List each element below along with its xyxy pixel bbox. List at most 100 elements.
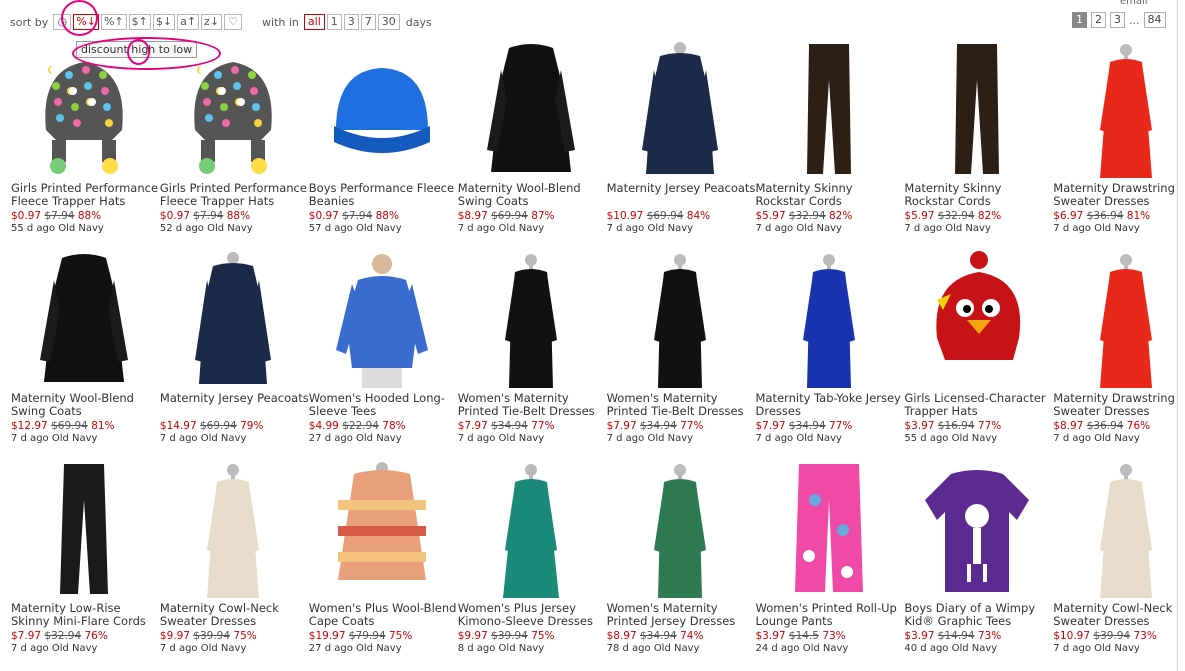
product-card[interactable]: Women's Plus Wool-Blend Cape Coats $19.97… — [308, 458, 456, 663]
product-image[interactable] — [606, 460, 754, 600]
page-1[interactable]: 1 — [1072, 12, 1087, 28]
product-title[interactable]: Women's Hooded Long-Sleeve Tees — [309, 392, 459, 418]
product-title[interactable]: Maternity Cowl-Neck Sweater Dresses — [160, 602, 310, 628]
sort-button-6[interactable]: z↓ — [201, 14, 223, 30]
product-title[interactable]: Girls Licensed-Character Trapper Hats — [904, 392, 1054, 418]
sort-button-5[interactable]: a↑ — [177, 14, 200, 30]
product-card[interactable]: Maternity Wool-Blend Swing Coats $12.97 $… — [10, 248, 158, 453]
product-card[interactable]: Women's Hooded Long-Sleeve Tees $4.99 $22… — [308, 248, 456, 453]
product-card[interactable]: Maternity Cowl-Neck Sweater Dresses $9.97… — [159, 458, 307, 663]
product-title[interactable]: Girls Printed Performance Fleece Trapper… — [160, 182, 310, 208]
product-image[interactable] — [755, 460, 903, 600]
product-card[interactable]: Women's Printed Roll-Up Lounge Pants $3.9… — [755, 458, 903, 663]
product-title[interactable]: Maternity Tab-Yoke Jersey Dresses — [756, 392, 906, 418]
product-title[interactable]: Maternity Wool-Blend Swing Coats — [458, 182, 608, 208]
product-title[interactable]: Women's Plus Jersey Kimono-Sleeve Dresse… — [458, 602, 608, 628]
product-card[interactable]: Maternity Skinny Rockstar Cords $5.97 $32… — [903, 38, 1051, 243]
store-name[interactable]: Old Navy — [803, 643, 849, 654]
product-card[interactable]: Maternity Jersey Peacoats $14.97 $69.94 7… — [159, 248, 310, 453]
store-name[interactable]: Old Navy — [945, 223, 991, 234]
product-card[interactable]: Girls Printed Performance Fleece Trapper… — [159, 38, 307, 243]
product-image[interactable] — [308, 460, 456, 600]
store-name[interactable]: Old Navy — [201, 433, 247, 444]
product-image[interactable] — [903, 250, 1051, 390]
day-filter-3[interactable]: 3 — [343, 14, 359, 30]
product-title[interactable]: Boys Diary of a Wimpy Kid® Graphic Tees — [904, 602, 1054, 628]
store-name[interactable]: Old Navy — [647, 223, 693, 234]
store-name[interactable]: Old Navy — [499, 643, 545, 654]
page-last[interactable]: 84 — [1143, 12, 1166, 28]
product-card[interactable]: Maternity Jersey Peacoats $10.97 $69.94 8… — [606, 38, 757, 243]
store-name[interactable]: Old Navy — [1094, 643, 1140, 654]
store-name[interactable]: Old Navy — [952, 433, 998, 444]
store-name[interactable]: Old Navy — [207, 223, 253, 234]
product-card[interactable]: Maternity Drawstring Sweater Dresses $8.9… — [1052, 248, 1185, 453]
product-card[interactable]: Maternity Skinny Rockstar Cords $5.97 $32… — [755, 38, 903, 243]
product-title[interactable]: Maternity Jersey Peacoats — [607, 182, 757, 195]
product-card[interactable]: Girls Licensed-Character Trapper Hats $3.… — [903, 248, 1051, 453]
product-image[interactable] — [1052, 460, 1185, 600]
sort-button-4[interactable]: $↓ — [152, 14, 176, 30]
product-card[interactable]: Women's Maternity Printed Jersey Dresses… — [606, 458, 754, 663]
store-name[interactable]: Old Navy — [58, 223, 104, 234]
product-title[interactable]: Women's Maternity Printed Tie-Belt Dress… — [607, 392, 757, 418]
product-title[interactable]: Maternity Skinny Rockstar Cords — [904, 182, 1054, 208]
product-card[interactable]: Women's Maternity Printed Tie-Belt Dress… — [606, 248, 754, 453]
product-image[interactable] — [159, 460, 307, 600]
store-name[interactable]: Old Navy — [654, 643, 700, 654]
product-title[interactable]: Maternity Low-Rise Skinny Mini-Flare Cor… — [11, 602, 161, 628]
sort-button-heart-icon[interactable]: ♡ — [224, 14, 243, 30]
product-title[interactable]: Maternity Skinny Rockstar Cords — [756, 182, 906, 208]
product-title[interactable]: Women's Printed Roll-Up Lounge Pants — [756, 602, 906, 628]
product-title[interactable]: Girls Printed Performance Fleece Trapper… — [11, 182, 161, 208]
product-title[interactable]: Women's Plus Wool-Blend Cape Coats — [309, 602, 459, 628]
product-image[interactable] — [606, 40, 754, 180]
store-name[interactable]: Old Navy — [796, 223, 842, 234]
product-title[interactable]: Maternity Wool-Blend Swing Coats — [11, 392, 161, 418]
product-image[interactable] — [457, 250, 605, 390]
product-card[interactable]: Maternity Tab-Yoke Jersey Dresses $7.97 $… — [755, 248, 903, 453]
store-name[interactable]: Old Navy — [952, 643, 998, 654]
product-card[interactable]: Women's Plus Jersey Kimono-Sleeve Dresse… — [457, 458, 605, 663]
product-title[interactable]: Women's Maternity Printed Tie-Belt Dress… — [458, 392, 608, 418]
page-3[interactable]: 3 — [1110, 12, 1125, 28]
product-image[interactable] — [308, 40, 456, 180]
store-name[interactable]: Old Navy — [52, 643, 98, 654]
product-card[interactable]: Women's Maternity Printed Tie-Belt Dress… — [457, 248, 605, 453]
product-image[interactable] — [755, 40, 903, 180]
product-image[interactable] — [457, 40, 605, 180]
store-name[interactable]: Old Navy — [1094, 223, 1140, 234]
store-name[interactable]: Old Navy — [201, 643, 247, 654]
product-title[interactable]: Maternity Jersey Peacoats — [160, 392, 310, 405]
product-title[interactable]: Maternity Cowl-Neck Sweater Dresses — [1053, 602, 1185, 628]
sort-button-3[interactable]: $↑ — [128, 14, 151, 30]
product-title[interactable]: Maternity Drawstring Sweater Dresses — [1053, 392, 1185, 418]
day-filter-7[interactable]: 7 — [360, 14, 376, 30]
product-image[interactable] — [457, 460, 605, 600]
product-card[interactable]: Maternity Cowl-Neck Sweater Dresses $10.9… — [1052, 458, 1185, 663]
product-image[interactable] — [10, 460, 158, 600]
product-card[interactable]: Boys Diary of a Wimpy Kid® Graphic Tees $… — [903, 458, 1051, 663]
product-card[interactable]: Boys Performance Fleece Beanies $0.97 $7.… — [308, 38, 456, 243]
day-filter-all[interactable]: all — [303, 14, 325, 30]
product-image[interactable] — [903, 40, 1051, 180]
product-image[interactable] — [755, 250, 903, 390]
product-image[interactable] — [308, 250, 456, 390]
product-card[interactable]: Maternity Low-Rise Skinny Mini-Flare Cor… — [10, 458, 158, 663]
product-title[interactable]: Maternity Drawstring Sweater Dresses — [1053, 182, 1185, 208]
store-name[interactable]: Old Navy — [356, 433, 402, 444]
store-name[interactable]: Old Navy — [356, 223, 402, 234]
store-name[interactable]: Old Navy — [647, 433, 693, 444]
day-filter-30[interactable]: 30 — [377, 14, 400, 30]
day-filter-1[interactable]: 1 — [326, 14, 342, 30]
sort-button-2[interactable]: %↑ — [100, 14, 127, 30]
page-2[interactable]: 2 — [1091, 12, 1106, 28]
product-image[interactable] — [10, 250, 158, 390]
product-image[interactable] — [1052, 250, 1185, 390]
product-image[interactable] — [903, 460, 1051, 600]
store-name[interactable]: Old Navy — [356, 643, 402, 654]
store-name[interactable]: Old Navy — [499, 223, 545, 234]
product-card[interactable]: Maternity Drawstring Sweater Dresses $6.9… — [1052, 38, 1185, 243]
product-image[interactable] — [606, 250, 754, 390]
product-title[interactable]: Boys Performance Fleece Beanies — [309, 182, 459, 208]
